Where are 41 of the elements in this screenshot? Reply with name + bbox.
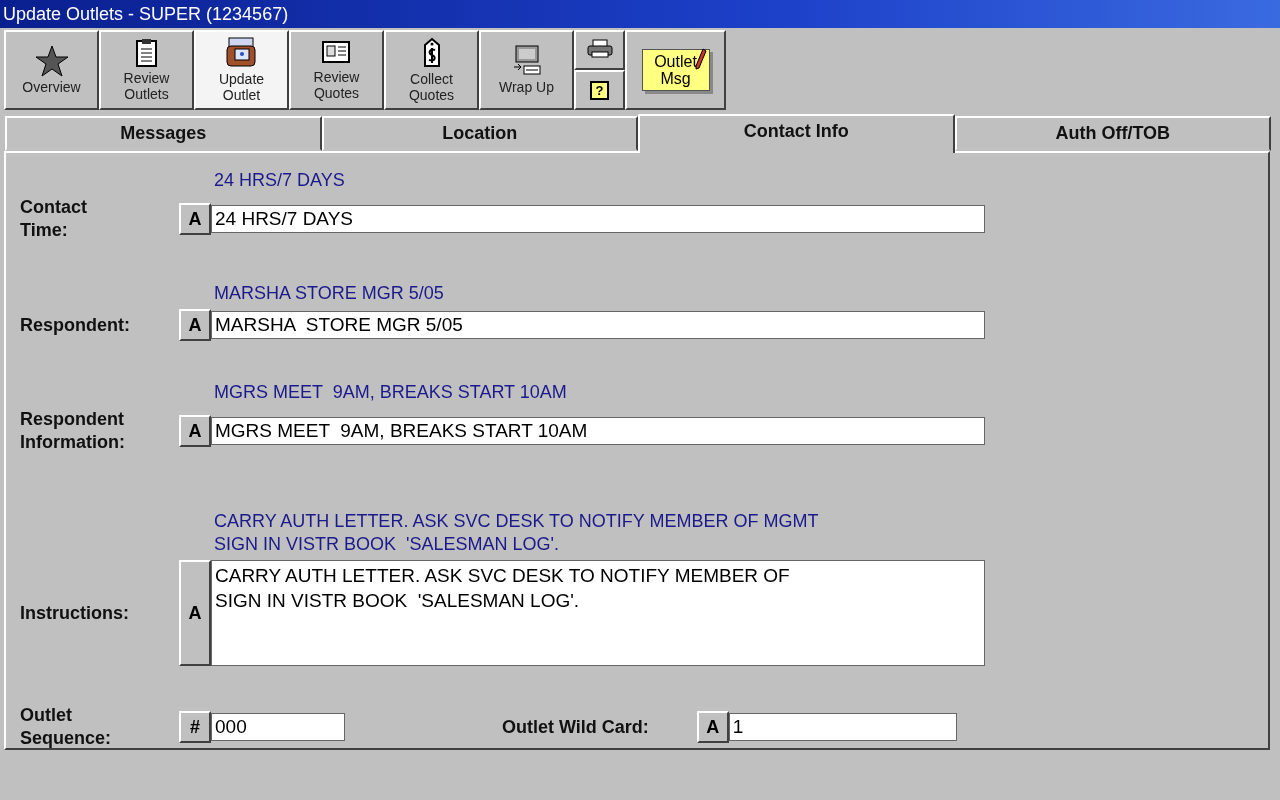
tab[interactable]: Location: [321, 116, 638, 151]
pencil-icon: [695, 48, 707, 70]
tab[interactable]: Messages: [5, 116, 322, 151]
hint-text: CARRY AUTH LETTER. ASK SVC DESK TO NOTIFY MEMBER OF MGMT SIGN IN VISTR BOOK 'SALESMAN LOG'.: [214, 510, 820, 556]
toolbar-button[interactable]: Wrap Up: [479, 30, 574, 110]
toolbar-button[interactable]: Collect Quotes: [384, 30, 479, 110]
field-label: Contact Time:: [19, 196, 88, 242]
input-field[interactable]: 000: [211, 713, 345, 741]
input-field[interactable]: MARSHA STORE MGR 5/05: [211, 311, 985, 339]
toolbar-button[interactable]: Review Outlets: [99, 30, 194, 110]
input-field[interactable]: MGRS MEET 9AM, BREAKS START 10AM: [211, 417, 985, 445]
window-title: Update Outlets - SUPER (1234567): [3, 3, 289, 25]
toolbar-button[interactable]: Update Outlet: [194, 30, 289, 110]
input-field[interactable]: CARRY AUTH LETTER. ASK SVC DESK TO NOTIFY MEMBER OF SIGN IN VISTR BOOK 'SALESMAN LOG'.: [211, 560, 985, 666]
toolbar-button[interactable]: Overview: [4, 30, 99, 110]
hint-text: 24 HRS/7 DAYS: [214, 169, 346, 192]
field-mode-button[interactable]: A: [179, 560, 211, 666]
field-mode-button[interactable]: A: [179, 203, 211, 235]
tab[interactable]: Contact Info: [638, 114, 955, 153]
input-field[interactable]: 1: [728, 713, 957, 741]
field-mode-button[interactable]: A: [696, 711, 729, 743]
field-label: Respondent Information:: [19, 408, 126, 454]
field-label: Respondent:: [19, 313, 131, 337]
field-mode-button[interactable]: A: [179, 309, 211, 341]
field-label: Instructions:: [19, 601, 130, 625]
tab[interactable]: Auth Off/TOB: [954, 116, 1271, 151]
help-button[interactable]: ?: [574, 70, 625, 110]
field-mode-button[interactable]: A: [179, 415, 211, 447]
input-field[interactable]: 24 HRS/7 DAYS: [211, 205, 985, 233]
hint-text: MARSHA STORE MGR 5/05: [214, 282, 445, 305]
hint-text: MGRS MEET 9AM, BREAKS START 10AM: [214, 381, 568, 404]
clipboard-icon: [133, 37, 160, 68]
outlet-message-button[interactable]: Outlet Msg: [625, 30, 726, 110]
field-mode-button[interactable]: #: [179, 711, 211, 743]
toolbar-button[interactable]: Review Quotes: [289, 30, 384, 110]
printer-icon: [586, 39, 613, 59]
field-label: Outlet Sequence:: [19, 704, 113, 750]
print-button[interactable]: [574, 30, 625, 70]
star-icon: [34, 44, 69, 77]
register-icon: [224, 36, 259, 69]
field-label: Outlet Wild Card:: [501, 715, 649, 739]
